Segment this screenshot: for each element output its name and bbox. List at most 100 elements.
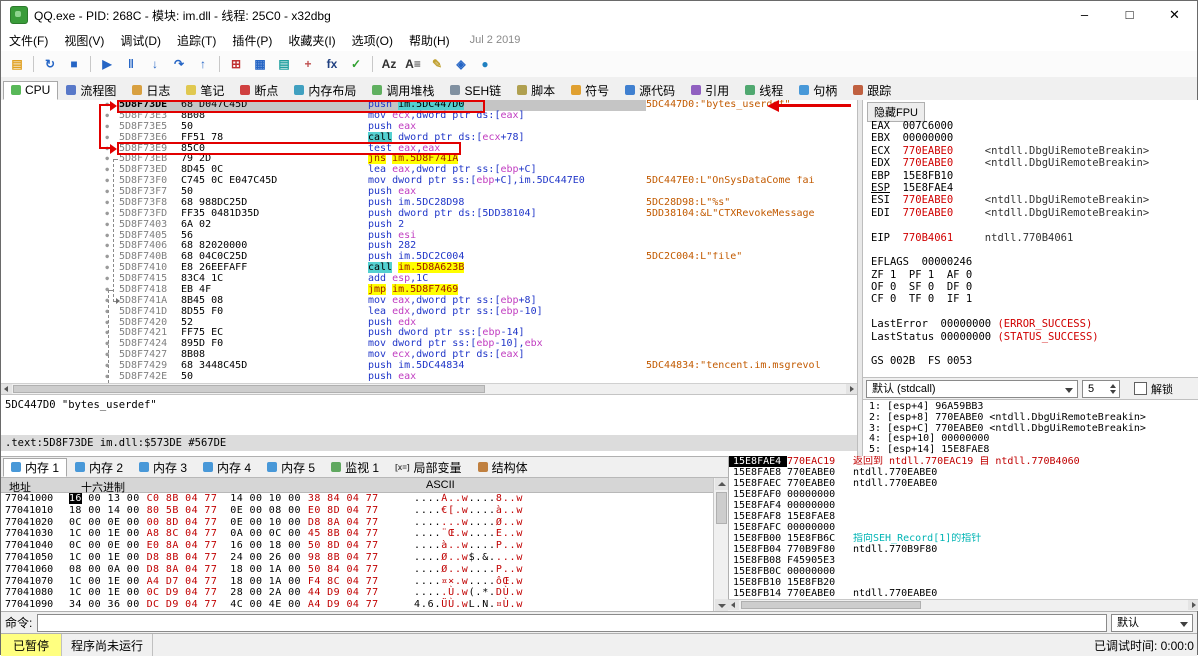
stack-row[interactable]: 15E8FB04 770B9F80 ntdll.770B9F80 — [729, 544, 1198, 555]
graph-icon[interactable]: ◈ — [450, 53, 472, 75]
tab-SEH链[interactable]: SEH链 — [442, 81, 509, 100]
check-icon[interactable]: ✓ — [345, 53, 367, 75]
memory-row[interactable]: 77041030 1C 00 1E 00 A8 8C 04 77 0A 00 0C 0… — [1, 528, 713, 540]
register-EFLAGS[interactable]: EFLAGS 00000246 — [871, 256, 1198, 268]
settings-icon[interactable]: ⊞ — [225, 53, 247, 75]
stack-scroll-left-icon[interactable] — [731, 602, 735, 608]
stack-row[interactable]: 15E8FAE4 770EAC19 返回到 ntdll.770EAC19 自 ntd… — [729, 456, 1198, 467]
breakpoint-dot[interactable]: ● — [1, 198, 119, 209]
tab-结构体[interactable]: 结构体 — [470, 458, 536, 477]
register-EDX[interactable]: EDX 770EABE0 <ntdll.DbgUiRemoteBreakin> — [871, 157, 1198, 169]
register-ECX[interactable]: ECX 770EABE0 <ntdll.DbgUiRemoteBreakin> — [871, 145, 1198, 157]
step-into-icon[interactable]: ↓ — [144, 53, 166, 75]
breakpoint-dot[interactable]: ● — [1, 361, 119, 372]
dump-vscrollbar[interactable] — [713, 478, 728, 611]
tab-局部变量[interactable]: [x=] 局部变量 — [387, 458, 469, 477]
memory-row[interactable]: 77041070 1C 00 1E 00 A4 D7 04 77 18 00 1A 0… — [1, 576, 713, 588]
memory-row[interactable]: 77041060 08 00 0A 00 D8 8A 04 77 18 00 1A 0… — [1, 564, 713, 576]
menu-item-视图(V)[interactable]: 视图(V) — [56, 30, 112, 51]
register-EAX[interactable]: EAX 007C6000 — [871, 120, 1198, 132]
menu-item-调试(D)[interactable]: 调试(D) — [112, 30, 169, 51]
memory-row[interactable]: 77041090 34 00 36 00 DC D9 04 77 4C 00 4E 0… — [1, 599, 713, 611]
tab-线程[interactable]: 线程 — [737, 81, 791, 100]
fx-functions-icon[interactable]: fx — [321, 53, 343, 75]
arg-count-stepper[interactable]: 5 — [1082, 379, 1120, 398]
dump-vscroll-thumb[interactable] — [716, 492, 727, 524]
breakpoint-dot[interactable]: ● — [1, 274, 119, 285]
menu-item-帮助(H)[interactable]: 帮助(H) — [401, 30, 458, 51]
tab-跟踪[interactable]: 跟踪 — [845, 81, 899, 100]
stepper-down-icon[interactable] — [1110, 389, 1116, 394]
memory-row[interactable]: 77041040 0C 00 0E 00 E0 8A 04 77 16 00 18 0… — [1, 540, 713, 552]
breakpoint-dot[interactable]: ● — [1, 154, 119, 165]
pause-icon[interactable]: ‖ — [120, 53, 142, 75]
tab-引用[interactable]: 引用 — [683, 81, 737, 100]
register-ESP[interactable]: ESP 15E8FAE4 — [871, 182, 1198, 194]
tab-内存 4[interactable]: 内存 4 — [195, 458, 259, 477]
breakpoint-dot[interactable]: ● — [1, 122, 119, 133]
disasm-hscroll-thumb[interactable] — [13, 385, 485, 393]
memory-map-icon[interactable]: ▦ — [249, 53, 271, 75]
stack-hscrollbar[interactable] — [728, 599, 1198, 611]
register-LastError[interactable]: LastError 00000000 (ERROR_SUCCESS) — [871, 318, 1198, 330]
stack-row[interactable]: 15E8FAF0 00000000 — [729, 489, 1198, 500]
stop-icon[interactable]: ■ — [63, 53, 85, 75]
breakpoint-dot[interactable]: ● — [1, 165, 119, 176]
hide-fpu-button[interactable]: 隐藏FPU — [867, 102, 925, 122]
tab-CPU[interactable]: CPU — [3, 81, 59, 100]
comment-icon[interactable]: ✎ — [426, 53, 448, 75]
tab-内存 2[interactable]: 内存 2 — [67, 458, 131, 477]
register-EBP[interactable]: EBP 15E8FB10 — [871, 170, 1198, 182]
command-input[interactable] — [37, 613, 1107, 632]
stack-row[interactable]: 15E8FAF4 00000000 — [729, 500, 1198, 511]
breakpoint-dot[interactable]: ● — [1, 220, 119, 231]
tab-监视 1[interactable]: 监视 1 — [323, 458, 387, 477]
breakpoint-dot[interactable]: ● — [1, 176, 119, 187]
scroll-down-icon[interactable] — [718, 604, 726, 608]
tab-内存 5[interactable]: 内存 5 — [259, 458, 323, 477]
memory-row[interactable]: 77041020 0C 00 0E 00 00 8D 04 77 0E 00 10 0… — [1, 517, 713, 529]
stack-row[interactable]: 15E8FB0C 00000000 — [729, 566, 1198, 577]
breakpoint-dot[interactable]: ● — [1, 144, 119, 155]
tab-日志[interactable]: 日志 — [124, 81, 178, 100]
disasm-row[interactable]: ● 5D8F742E 50 push eax — [1, 371, 857, 383]
tab-内存布局[interactable]: 内存布局 — [286, 81, 364, 100]
stack-row[interactable]: 15E8FB08 F45905E3 — [729, 555, 1198, 566]
open-file-icon[interactable]: ▤ — [6, 53, 28, 75]
stack-scroll-right-icon[interactable] — [1192, 602, 1196, 608]
breakpoint-dot[interactable]: ● — [1, 318, 119, 329]
tab-源代码[interactable]: 源代码 — [617, 81, 683, 100]
tab-符号[interactable]: 符号 — [563, 81, 617, 100]
tab-脚本[interactable]: 脚本 — [509, 81, 563, 100]
call-stack-icon[interactable]: ▤ — [273, 53, 295, 75]
menu-item-选项(O)[interactable]: 选项(O) — [344, 30, 401, 51]
tab-内存 1[interactable]: 内存 1 — [3, 458, 68, 477]
breakpoint-dot[interactable]: ● — [1, 296, 119, 307]
disasm-hscrollbar[interactable] — [1, 383, 857, 394]
breakpoint-dot[interactable]: ● — [1, 285, 119, 296]
breakpoint-dot[interactable]: ● — [1, 241, 119, 252]
breakpoint-dot[interactable]: ● — [1, 372, 119, 383]
restart-icon[interactable]: ↻ — [39, 53, 61, 75]
breakpoint-dot[interactable]: ● — [1, 350, 119, 361]
memory-row[interactable]: 77041010 18 00 14 00 80 5B 04 77 0E 00 08 0… — [1, 505, 713, 517]
breakpoint-dot[interactable]: ● — [1, 339, 119, 350]
stack-row[interactable]: 15E8FAFC 00000000 — [729, 522, 1198, 533]
scroll-right-icon[interactable] — [850, 386, 854, 392]
register-EDI[interactable]: EDI 770EABE0 <ntdll.DbgUiRemoteBreakin> — [871, 207, 1198, 219]
breakpoint-dot[interactable]: ● — [1, 263, 119, 274]
disasm-row[interactable]: ● 5D8F73FD FF35 0481D35D push dword ptr ds:… — [1, 208, 857, 220]
stack-row[interactable]: 15E8FB14 770EABE0 ntdll.770EABE0 — [729, 588, 1198, 599]
menu-item-追踪(T)[interactable]: 追踪(T) — [169, 30, 224, 51]
register-ESI[interactable]: ESI 770EABE0 <ntdll.DbgUiRemoteBreakin> — [871, 194, 1198, 206]
command-mode-dropdown[interactable]: 默认 — [1111, 613, 1193, 632]
minimize-button[interactable]: – — [1062, 1, 1107, 29]
memory-row[interactable]: 77041050 1C 00 1E 00 D8 8B 04 77 24 00 26 0… — [1, 552, 713, 564]
tab-流程图[interactable]: 流程图 — [58, 81, 124, 100]
breakpoint-dot[interactable]: ● — [1, 307, 119, 318]
maximize-button[interactable]: □ — [1107, 1, 1152, 29]
scroll-left-icon[interactable] — [4, 386, 8, 392]
patches-icon[interactable]: + — [297, 53, 319, 75]
breakpoint-dot[interactable]: ● — [1, 231, 119, 242]
breakpoint-dot[interactable]: ● — [1, 328, 119, 339]
